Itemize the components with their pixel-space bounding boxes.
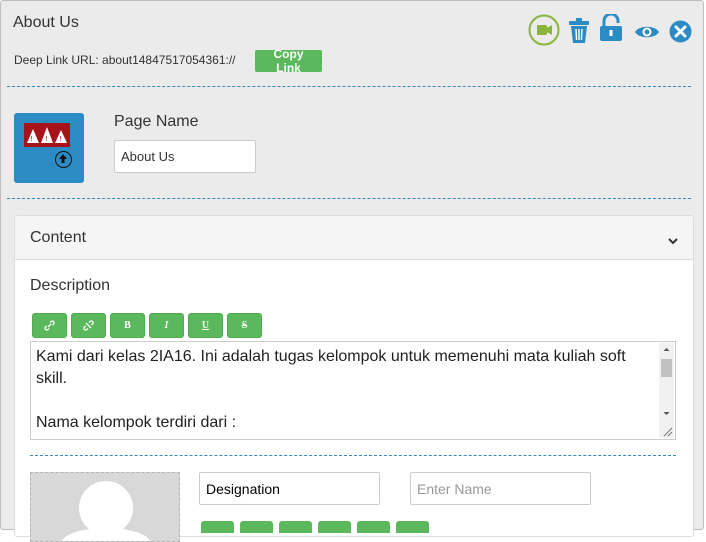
- deep-link-url: Deep Link URL: about14847517054361://: [14, 53, 236, 67]
- svg-text:!: !: [30, 135, 33, 143]
- link-icon[interactable]: [32, 313, 67, 338]
- page-name-label: Page Name: [114, 113, 199, 130]
- bold-icon[interactable]: B: [110, 313, 145, 338]
- svg-text:!: !: [59, 135, 62, 143]
- content-panel-title: Content: [30, 229, 87, 246]
- description-textarea[interactable]: Kami dari kelas 2IA16. Ini adalah tugas …: [30, 341, 676, 440]
- member-photo-placeholder[interactable]: [30, 472, 180, 542]
- upload-icon[interactable]: [55, 151, 72, 168]
- trash-icon[interactable]: [568, 18, 590, 49]
- divider: [7, 198, 691, 199]
- format-button[interactable]: [357, 521, 390, 533]
- format-button[interactable]: [279, 521, 312, 533]
- svg-text:!: !: [45, 135, 48, 143]
- page-icon-image: ! ! !: [24, 123, 70, 147]
- format-button[interactable]: [396, 521, 429, 533]
- description-label: Description: [30, 277, 111, 294]
- unlink-icon[interactable]: [71, 313, 106, 338]
- page-name-input[interactable]: [114, 140, 256, 173]
- eye-icon[interactable]: [634, 24, 660, 45]
- page-title: About Us: [13, 14, 79, 31]
- content-panel: Content Description B I U S Kami dari ke…: [14, 215, 694, 542]
- divider: [30, 455, 676, 456]
- scrollbar[interactable]: [659, 343, 674, 423]
- italic-icon[interactable]: I: [149, 313, 184, 338]
- description-text: Kami dari kelas 2IA16. Ini adalah tugas …: [36, 348, 626, 431]
- format-button[interactable]: [318, 521, 351, 533]
- page-icon-thumbnail[interactable]: ! ! !: [14, 113, 84, 183]
- unlock-icon[interactable]: [599, 12, 623, 47]
- format-button[interactable]: [201, 521, 234, 533]
- resize-handle-icon[interactable]: [659, 423, 674, 438]
- video-icon[interactable]: [528, 14, 560, 51]
- underline-icon[interactable]: U: [188, 313, 223, 338]
- divider: [7, 86, 691, 87]
- close-circle-icon[interactable]: [669, 20, 692, 48]
- scrollbar-thumb[interactable]: [661, 359, 672, 377]
- page-editor-panel: About Us Deep Link URL: about14847517054…: [0, 0, 704, 542]
- format-button[interactable]: [240, 521, 273, 533]
- member-name-input[interactable]: [410, 472, 591, 505]
- chevron-down-icon[interactable]: [667, 232, 679, 250]
- content-panel-header[interactable]: Content: [15, 216, 693, 260]
- copy-link-button[interactable]: Copy Link: [255, 47, 322, 75]
- strikethrough-icon[interactable]: S: [227, 313, 262, 338]
- designation-input[interactable]: [199, 472, 380, 505]
